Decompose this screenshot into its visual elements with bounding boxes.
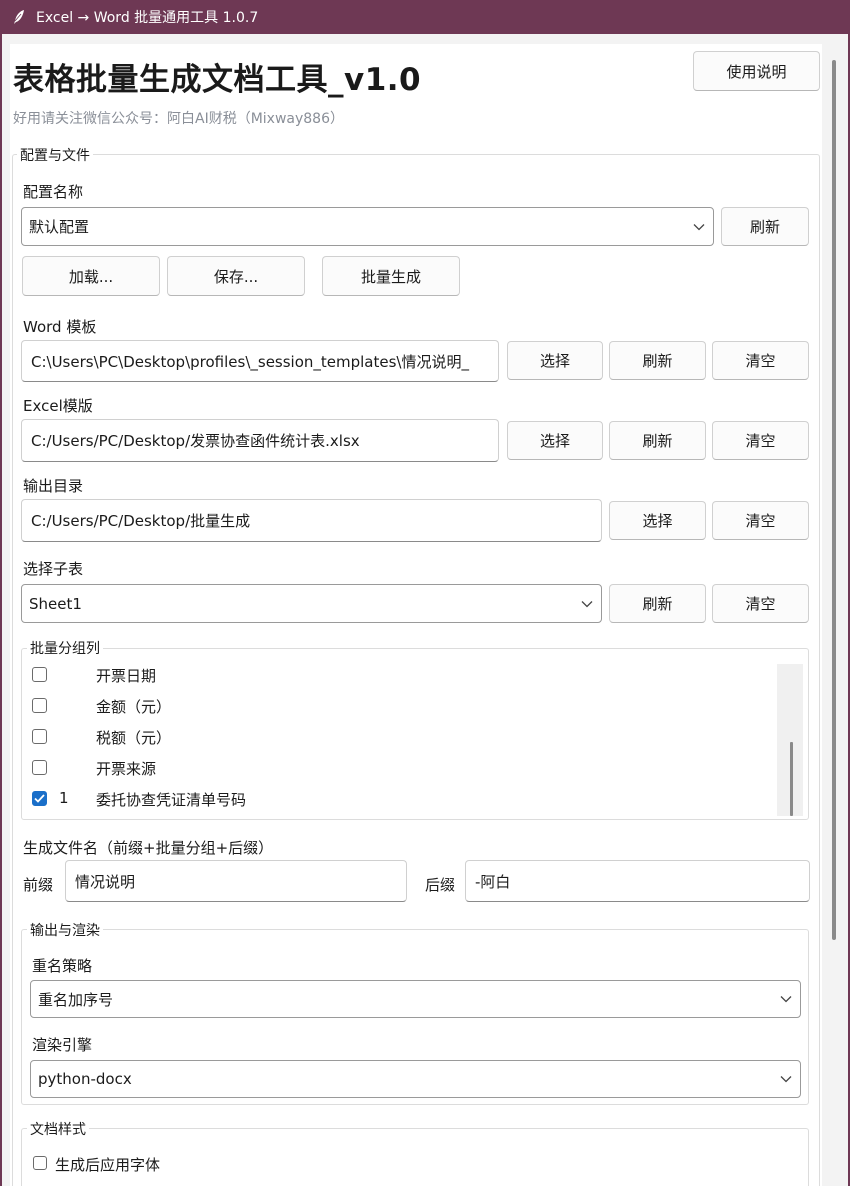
render-engine-select[interactable]: python-docx [30, 1060, 801, 1098]
group-columns-scroll-thumb[interactable] [790, 742, 793, 816]
apply-font-label: 生成后应用字体 [55, 1156, 161, 1174]
window-titlebar: Excel → Word 批量通用工具 1.0.7 [0, 0, 850, 34]
sheet-label: 选择子表 [23, 560, 84, 578]
word-clear-button[interactable]: 清空 [712, 341, 809, 380]
sheet-refresh-button[interactable]: 刷新 [609, 584, 706, 623]
output-select-button[interactable]: 选择 [609, 501, 706, 540]
profile-label: 配置名称 [23, 183, 84, 201]
group-column-name: 税额（元） [96, 729, 172, 747]
group-column-name: 开票来源 [96, 760, 157, 778]
output-dir-label: 输出目录 [23, 477, 84, 495]
group-columns-title: 批量分组列 [27, 638, 103, 658]
sheet-select-value: Sheet1 [29, 594, 82, 613]
load-button[interactable]: 加载... [22, 256, 160, 296]
profile-select-value: 默认配置 [29, 218, 90, 236]
help-button[interactable]: 使用说明 [693, 51, 820, 91]
quill-icon [10, 8, 28, 26]
prefix-label: 前缀 [23, 876, 54, 894]
word-select-button[interactable]: 选择 [507, 341, 603, 380]
sheet-clear-button[interactable]: 清空 [712, 584, 809, 623]
group-column-name: 委托协查凭证清单号码 [96, 791, 247, 809]
group-column-order: 1 [59, 789, 69, 807]
doc-style-title: 文档样式 [27, 1119, 89, 1139]
excel-select-button[interactable]: 选择 [507, 421, 603, 460]
profile-refresh-button[interactable]: 刷新 [721, 207, 809, 246]
check-icon [34, 794, 45, 803]
filename-label: 生成文件名（前缀+批量分组+后缀） [23, 839, 274, 857]
render-engine-label: 渲染引擎 [32, 1036, 93, 1054]
main-panel: 表格批量生成文档工具_v1.0 好用请关注微信公众号：阿白AI财税（Mixway… [10, 44, 822, 1186]
sheet-select[interactable]: Sheet1 [21, 584, 602, 623]
group-column-checkbox[interactable] [32, 698, 47, 713]
chevron-down-icon [693, 223, 705, 231]
save-button[interactable]: 保存... [167, 256, 305, 296]
window-border-left [0, 34, 2, 1186]
output-dir-input[interactable]: C:/Users/PC/Desktop/批量生成 [21, 499, 602, 542]
group-column-name: 金额（元） [96, 698, 172, 716]
render-group-title: 输出与渲染 [27, 920, 103, 940]
page-subtitle: 好用请关注微信公众号：阿白AI财税（Mixway886） [13, 111, 344, 127]
window-title: Excel → Word 批量通用工具 1.0.7 [36, 10, 259, 26]
render-engine-value: python-docx [38, 1070, 132, 1088]
suffix-input[interactable]: -阿白 [465, 860, 810, 902]
excel-clear-button[interactable]: 清空 [712, 421, 809, 460]
suffix-label: 后缀 [425, 876, 456, 894]
profile-select[interactable]: 默认配置 [21, 207, 714, 246]
excel-template-input[interactable]: C:/Users/PC/Desktop/发票协查函件统计表.xlsx [21, 419, 499, 462]
rename-policy-select[interactable]: 重名加序号 [30, 980, 801, 1018]
output-clear-button[interactable]: 清空 [712, 501, 809, 540]
group-column-checkbox-checked[interactable] [32, 791, 47, 806]
word-template-label: Word 模板 [23, 318, 97, 336]
group-column-checkbox[interactable] [32, 667, 47, 682]
rename-policy-value: 重名加序号 [38, 990, 114, 1009]
config-group-title: 配置与文件 [17, 145, 93, 165]
page-title: 表格批量生成文档工具_v1.0 [13, 62, 422, 98]
page-scroll-thumb[interactable] [832, 60, 836, 940]
chevron-down-icon [581, 600, 593, 608]
word-template-input[interactable]: C:\Users\PC\Desktop\profiles\_session_te… [21, 340, 499, 382]
apply-font-checkbox[interactable] [33, 1156, 47, 1170]
excel-template-label: Excel模版 [23, 397, 93, 415]
group-column-checkbox[interactable] [32, 729, 47, 744]
batch-generate-button[interactable]: 批量生成 [322, 256, 460, 296]
chevron-down-icon [780, 995, 792, 1003]
chevron-down-icon [780, 1075, 792, 1083]
excel-refresh-button[interactable]: 刷新 [609, 421, 706, 460]
prefix-input[interactable]: 情况说明 [65, 860, 407, 902]
group-column-checkbox[interactable] [32, 760, 47, 775]
group-column-name: 开票日期 [96, 667, 157, 685]
word-refresh-button[interactable]: 刷新 [609, 341, 706, 380]
rename-policy-label: 重名策略 [32, 957, 93, 975]
